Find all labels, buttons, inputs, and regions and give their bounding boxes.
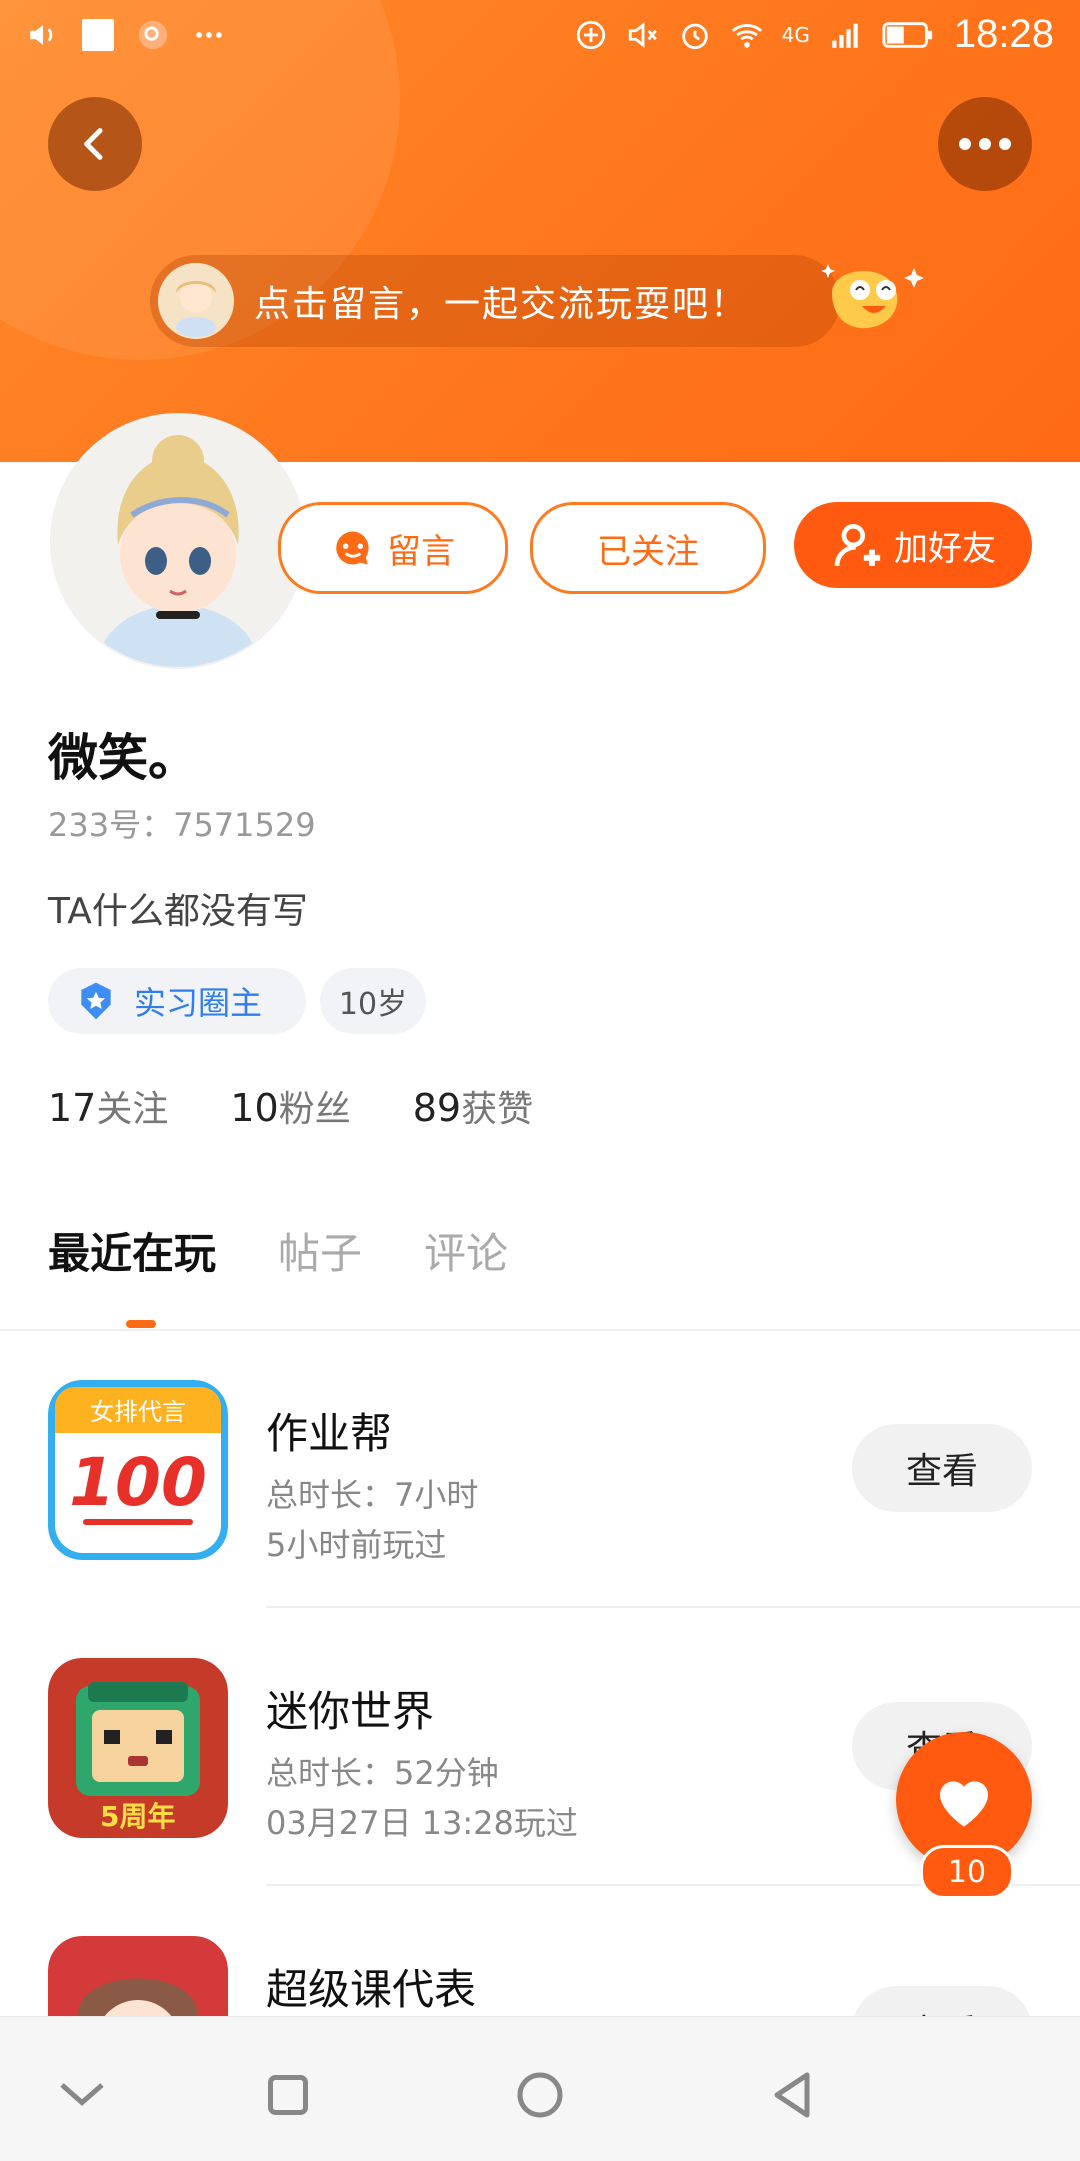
game-title: 迷你世界 [266, 1687, 435, 1736]
recent-apps-icon[interactable] [258, 2065, 318, 2125]
back-button[interactable] [48, 97, 142, 191]
game-last-played: 5小时前玩过 [266, 1526, 447, 1564]
home-icon[interactable] [510, 2065, 570, 2125]
user-bio: TA什么都没有写 [48, 891, 308, 932]
game-row-zuoyebang[interactable]: 女排代言 100 作业帮 总时长：7小时 5小时前玩过 查看 [0, 1380, 1080, 1658]
game-total-time: 总时长：7小时 [266, 1476, 479, 1514]
active-tab-indicator [126, 1320, 156, 1328]
tab-posts[interactable]: 帖子 [278, 1220, 362, 1281]
profile-stats: 17关注 10粉丝 89获赞 [48, 1080, 533, 1132]
profile-header: 4G 18:28 点击留言，一起交流玩耍吧！ [0, 0, 1080, 462]
mute-icon [628, 21, 657, 48]
heart-icon [940, 1781, 988, 1827]
stat-followers[interactable]: 10粉丝 [230, 1080, 350, 1132]
chevron-left-icon [84, 128, 103, 160]
zuoyebang-app-icon: 女排代言 100 [48, 1380, 228, 1560]
message-prompt-banner[interactable]: 点击留言，一起交流玩耍吧！ [150, 255, 840, 347]
user-name: 微笑。 [48, 729, 198, 787]
tab-comments[interactable]: 评论 [424, 1220, 508, 1281]
chevron-down-icon[interactable] [52, 2065, 112, 2125]
followed-button[interactable]: 已关注 [530, 502, 766, 594]
role-badge-label: 实习圈主 [134, 984, 263, 1022]
chat-bubble-icon [336, 531, 369, 565]
game-total-time: 总时长：52分钟 [266, 1754, 499, 1792]
volume-icon [30, 25, 53, 45]
view-button[interactable]: 查看 [852, 1424, 1032, 1512]
add-user-icon [834, 524, 881, 567]
svg-text:100: 100 [69, 1444, 207, 1521]
svg-text:女排代言: 女排代言 [90, 1398, 186, 1426]
leave-message-label: 留言 [387, 531, 455, 572]
profile-tabs: 最近在玩 帖子 评论 [48, 1220, 508, 1281]
miniworld-app-icon: 5周年 [48, 1658, 228, 1838]
signal-icon [832, 23, 858, 48]
add-friend-label: 加好友 [894, 528, 996, 569]
user-avatar[interactable] [52, 415, 304, 667]
super-class-rep-app-icon [48, 1936, 228, 2016]
banner-text: 点击留言，一起交流玩耍吧！ [254, 284, 749, 325]
game-last-played: 03月27日 13:28玩过 [266, 1804, 578, 1842]
tab-recent-playing[interactable]: 最近在玩 [48, 1220, 216, 1281]
search-notification-icon [138, 20, 168, 50]
notification-square-icon [82, 19, 114, 51]
user-id: 233号：7571529 [48, 806, 316, 844]
smile-emoji-icon [822, 264, 924, 329]
banner-avatar [158, 263, 234, 339]
view-button[interactable]: 查看 [852, 1986, 1032, 2016]
star-badge-icon [81, 982, 111, 1020]
data-saver-icon [576, 20, 605, 49]
svg-text:5周年: 5周年 [100, 1800, 175, 1833]
row-divider [266, 1606, 1080, 1608]
battery-icon [882, 21, 932, 48]
leave-message-button[interactable]: 留言 [278, 502, 508, 594]
network-type-label: 4G [781, 22, 810, 47]
more-horizontal-icon [959, 138, 1011, 150]
more-options-button[interactable] [938, 97, 1032, 191]
status-bar: 4G 18:28 [0, 0, 1080, 70]
alarm-icon [681, 23, 708, 49]
add-friend-button[interactable]: 加好友 [794, 502, 1032, 588]
back-triangle-icon[interactable] [762, 2065, 822, 2125]
system-navigation-bar [0, 2016, 1080, 2161]
stat-following[interactable]: 17关注 [48, 1080, 168, 1132]
role-badge[interactable]: 实习圈主 [48, 968, 306, 1034]
age-badge: 10岁 [320, 968, 426, 1034]
followed-label: 已关注 [597, 531, 699, 572]
game-title: 作业帮 [266, 1409, 393, 1458]
more-notifications-icon [196, 32, 222, 38]
like-count-badge: 10 [920, 1845, 1014, 1899]
tabs-divider [0, 1329, 1080, 1331]
wifi-icon [731, 23, 762, 48]
game-title: 超级课代表 [266, 1965, 477, 2014]
stat-likes[interactable]: 89获赞 [413, 1080, 533, 1132]
game-row-super-class-rep[interactable]: 超级课代表 查看 [0, 1936, 1080, 2016]
clock: 18:28 [953, 12, 1054, 56]
